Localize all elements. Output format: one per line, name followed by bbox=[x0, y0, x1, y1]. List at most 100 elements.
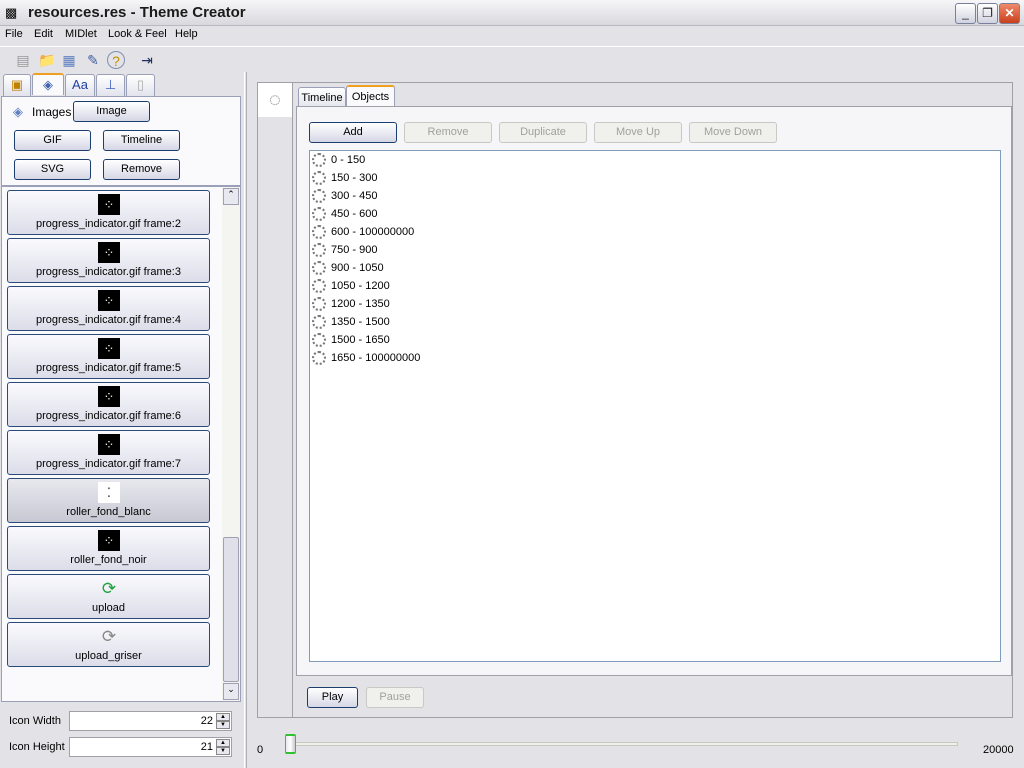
icon-height-value[interactable]: 21 bbox=[201, 741, 213, 753]
add-gif-button[interactable]: GIF bbox=[14, 130, 91, 151]
image-list-item[interactable]: ⁘ roller_fond_noir bbox=[7, 526, 210, 571]
spinner-frame-icon bbox=[312, 225, 326, 240]
object-list-item[interactable]: 0 - 150 bbox=[312, 151, 365, 169]
scroll-down-button[interactable]: ⌄ bbox=[223, 683, 239, 700]
menu-look-and-feel[interactable]: Look & Feel bbox=[108, 28, 167, 40]
object-list-item[interactable]: 150 - 300 bbox=[312, 169, 377, 187]
spinner-frame-icon bbox=[312, 351, 326, 366]
image-list-item-label: progress_indicator.gif frame:6 bbox=[36, 410, 181, 422]
image-thumbnail-icon: ⁘ bbox=[98, 242, 120, 263]
object-range-label: 900 - 1050 bbox=[331, 262, 384, 274]
object-list-item[interactable]: 1500 - 1650 bbox=[312, 331, 390, 349]
refresh-icon: ⟳ bbox=[101, 627, 117, 646]
image-thumbnail-icon: ⁚ bbox=[98, 482, 120, 503]
open-folder-icon[interactable]: 📁 bbox=[38, 51, 56, 69]
preview-spinner-icon: ◌ bbox=[258, 83, 292, 117]
object-range-label: 1650 - 100000000 bbox=[331, 352, 421, 364]
timeline-slider-thumb[interactable] bbox=[285, 734, 296, 754]
object-list-item[interactable]: 900 - 1050 bbox=[312, 259, 384, 277]
image-list-item[interactable]: ⁘ progress_indicator.gif frame:4 bbox=[7, 286, 210, 331]
play-button[interactable]: Play bbox=[307, 687, 358, 708]
add-svg-button[interactable]: SVG bbox=[14, 159, 91, 180]
splitter[interactable] bbox=[244, 72, 247, 768]
image-list-item[interactable]: ⁘ progress_indicator.gif frame:2 bbox=[7, 190, 210, 235]
save-icon[interactable]: ▦ bbox=[60, 51, 78, 69]
image-list-item[interactable]: ⁘ progress_indicator.gif frame:3 bbox=[7, 238, 210, 283]
edit-icon[interactable]: ✎ bbox=[84, 51, 102, 69]
window-title: resources.res - Theme Creator bbox=[28, 4, 246, 21]
object-list-item[interactable]: 1050 - 1200 bbox=[312, 277, 390, 295]
menu-midlet[interactable]: MIDlet bbox=[65, 28, 97, 40]
tab-data[interactable]: ▯ bbox=[126, 74, 155, 96]
tab-localization[interactable]: ⊥ bbox=[96, 74, 125, 96]
image-list-item[interactable]: ⁚ roller_fond_blanc bbox=[7, 478, 210, 523]
icon-width-value[interactable]: 22 bbox=[201, 715, 213, 727]
image-list-item-label: roller_fond_blanc bbox=[66, 506, 151, 518]
image-list-item[interactable]: ⁘ progress_indicator.gif frame:5 bbox=[7, 334, 210, 379]
image-thumbnail-icon: ⁘ bbox=[98, 386, 120, 407]
tab-fonts[interactable]: Aa bbox=[65, 74, 95, 96]
image-list-item-label: progress_indicator.gif frame:7 bbox=[36, 458, 181, 470]
close-button[interactable]: ✕ bbox=[999, 3, 1020, 24]
add-timeline-button[interactable]: Timeline bbox=[103, 130, 180, 151]
tab-themes[interactable]: ▣ bbox=[3, 74, 31, 96]
icon-width-field[interactable]: 22 ▲ ▼ bbox=[69, 711, 232, 731]
move-down-button[interactable]: Move Down bbox=[689, 122, 777, 143]
image-list-item-label: progress_indicator.gif frame:3 bbox=[36, 266, 181, 278]
toolbar: ▤ 📁 ▦ ✎ ? ⇥ bbox=[0, 46, 1024, 72]
menu-edit[interactable]: Edit bbox=[34, 28, 53, 40]
remove-button[interactable]: Remove bbox=[404, 122, 492, 143]
object-list-item[interactable]: 1350 - 1500 bbox=[312, 313, 390, 331]
scroll-thumb[interactable] bbox=[223, 537, 239, 682]
restore-button[interactable]: ❐ bbox=[977, 3, 998, 24]
object-list-item[interactable]: 750 - 900 bbox=[312, 241, 377, 259]
pause-button[interactable]: Pause bbox=[366, 687, 424, 708]
image-list-item-label: upload bbox=[91, 602, 126, 614]
tab-images[interactable]: ◈ bbox=[32, 73, 64, 95]
object-range-label: 0 - 150 bbox=[331, 154, 366, 166]
menu-file[interactable]: File bbox=[5, 28, 23, 40]
decrement-icon[interactable]: ▼ bbox=[216, 721, 230, 729]
help-icon[interactable]: ? bbox=[107, 51, 125, 69]
spinner-frame-icon bbox=[312, 207, 326, 222]
image-list-scrollbar[interactable]: ⌃ ⌄ bbox=[222, 187, 240, 701]
images-icon: ◈ bbox=[13, 104, 23, 119]
objects-list: 0 - 150 150 - 300 300 - 450 450 - 600 600 - … bbox=[309, 150, 1001, 662]
objects-panel: Add Remove Duplicate Move Up Move Down 0… bbox=[296, 106, 1012, 676]
spinner-frame-icon bbox=[312, 261, 326, 276]
object-list-item[interactable]: 1200 - 1350 bbox=[312, 295, 390, 313]
images-panel: ◈ Images Image GIF Timeline SVG Remove bbox=[1, 96, 241, 186]
image-thumbnail-icon: ⁘ bbox=[98, 530, 120, 551]
increment-icon[interactable]: ▲ bbox=[216, 713, 230, 721]
object-list-item[interactable]: 450 - 600 bbox=[312, 205, 377, 223]
object-list-item[interactable]: 300 - 450 bbox=[312, 187, 377, 205]
minimize-button[interactable]: _ bbox=[955, 3, 976, 24]
increment-icon[interactable]: ▲ bbox=[216, 739, 230, 747]
object-range-label: 1350 - 1500 bbox=[331, 316, 390, 328]
new-icon[interactable]: ▤ bbox=[14, 51, 32, 69]
remove-image-button[interactable]: Remove bbox=[103, 159, 180, 180]
object-list-item[interactable]: 600 - 100000000 bbox=[312, 223, 414, 241]
scroll-up-button[interactable]: ⌃ bbox=[223, 188, 239, 205]
decrement-icon[interactable]: ▼ bbox=[216, 747, 230, 755]
add-image-button[interactable]: Image bbox=[73, 101, 150, 122]
image-thumbnail-icon: ⁘ bbox=[98, 290, 120, 311]
object-range-label: 150 - 300 bbox=[331, 172, 378, 184]
image-list-item[interactable]: ⁘ progress_indicator.gif frame:6 bbox=[7, 382, 210, 427]
move-up-button[interactable]: Move Up bbox=[594, 122, 682, 143]
image-list-item[interactable]: ⟳ upload bbox=[7, 574, 210, 619]
image-list-item-label: progress_indicator.gif frame:5 bbox=[36, 362, 181, 374]
image-list-item[interactable]: ⁘ progress_indicator.gif frame:7 bbox=[7, 430, 210, 475]
images-label: Images bbox=[32, 105, 72, 119]
add-button[interactable]: Add bbox=[309, 122, 397, 143]
image-list-item[interactable]: ⟳ upload_griser bbox=[7, 622, 210, 667]
menu-help[interactable]: Help bbox=[175, 28, 198, 40]
exit-icon[interactable]: ⇥ bbox=[138, 51, 156, 69]
icon-width-label: Icon Width bbox=[9, 715, 61, 727]
tab-objects[interactable]: Objects bbox=[346, 85, 395, 107]
object-list-item[interactable]: 1650 - 100000000 bbox=[312, 349, 420, 367]
duplicate-button[interactable]: Duplicate bbox=[499, 122, 587, 143]
icon-height-field[interactable]: 21 ▲ ▼ bbox=[69, 737, 232, 757]
timeline-slider-track[interactable] bbox=[290, 742, 958, 746]
object-range-label: 600 - 100000000 bbox=[331, 226, 415, 238]
